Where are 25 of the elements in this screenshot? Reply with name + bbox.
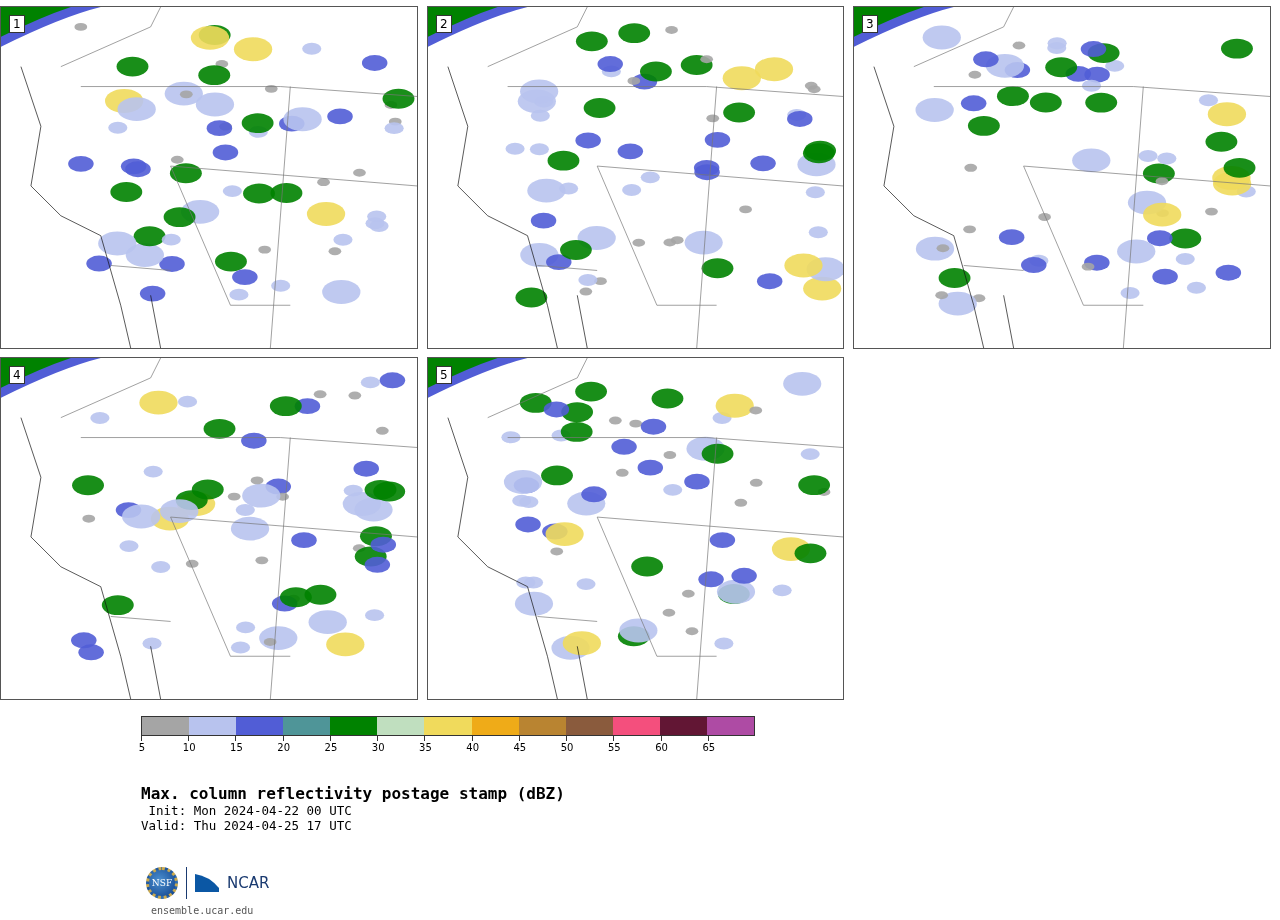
tick-label: 40 — [466, 742, 479, 753]
tick-label: 55 — [608, 742, 621, 753]
wordmark: NCAR — [227, 874, 270, 892]
tick-label: 25 — [324, 742, 338, 753]
member-number: 1 — [9, 15, 25, 33]
tick-label: 20 — [277, 742, 291, 753]
tick-label: 5 — [138, 742, 146, 753]
seal-logo: NSF — [146, 867, 178, 899]
tick-label: 10 — [182, 742, 196, 753]
swoosh-icon — [195, 874, 219, 892]
website-url: ensemble.ucar.edu — [151, 905, 255, 916]
tick-label: 60 — [655, 742, 668, 753]
member-number: 5 — [436, 366, 452, 384]
tick-label: 45 — [513, 742, 527, 753]
chart-title: Max. column reflectivity postage stamp (dBZ) — [141, 784, 566, 803]
tick-label: 35 — [419, 742, 432, 753]
tick-label: 65 — [702, 742, 716, 753]
tick-label: 50 — [560, 742, 574, 753]
member-number: 4 — [9, 366, 25, 384]
member-number: 2 — [436, 15, 452, 33]
init-time: Init: Mon 2024-04-22 00 UTC — [147, 803, 353, 818]
tick-label: 30 — [371, 742, 385, 753]
member-number: 3 — [862, 15, 878, 33]
tick-label: 15 — [230, 742, 243, 753]
valid-time: Valid: Thu 2024-04-25 17 UTC — [141, 818, 353, 833]
